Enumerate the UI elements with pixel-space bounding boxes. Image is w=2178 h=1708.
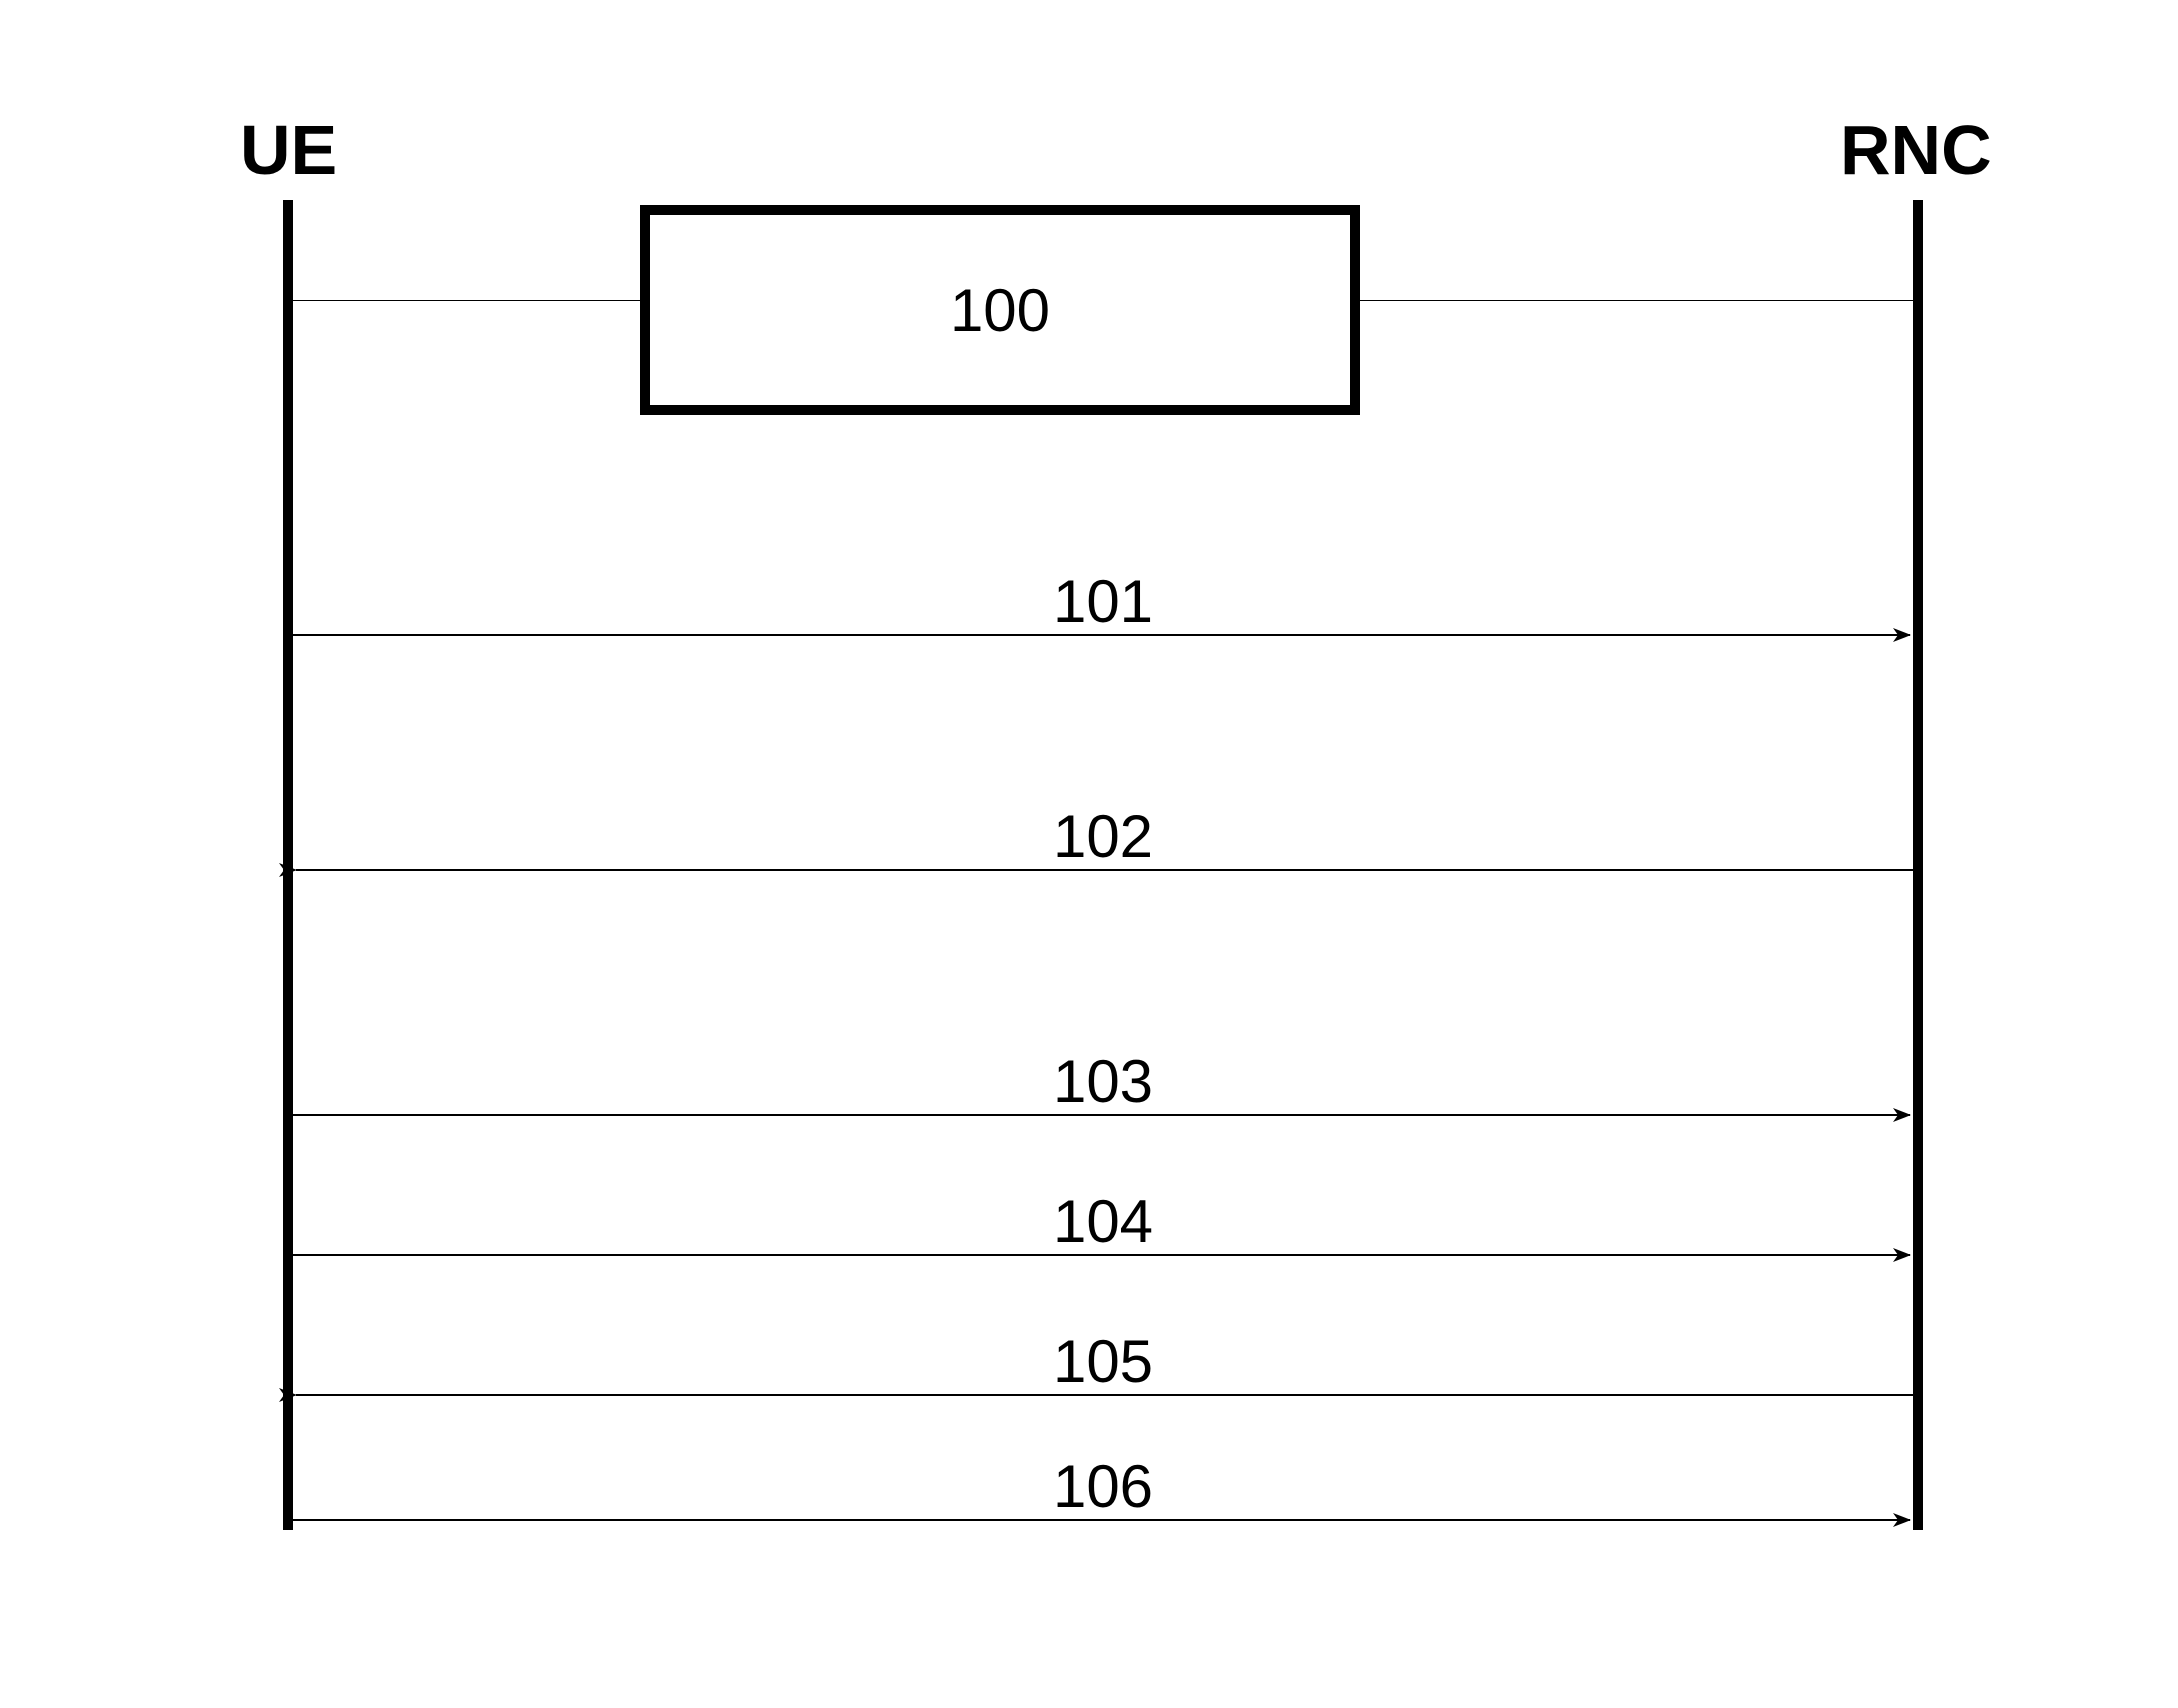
message-label: 104: [1053, 1187, 1153, 1256]
lifeline-left: [283, 200, 293, 1530]
participant-label-left: UE: [240, 110, 337, 190]
message-label: 105: [1053, 1327, 1153, 1396]
message-label: 102: [1053, 802, 1153, 871]
state-connector-right: [1360, 300, 1913, 301]
state-connector-left: [293, 300, 640, 301]
participant-label-right: RNC: [1840, 110, 1992, 190]
state-box-label: 100: [950, 276, 1050, 345]
message-label: 103: [1053, 1047, 1153, 1116]
lifeline-right: [1913, 200, 1923, 1530]
message-label: 106: [1053, 1452, 1153, 1521]
message-label: 101: [1053, 567, 1153, 636]
sequence-diagram: UE RNC 100 101 102 103 104: [0, 0, 2178, 1708]
state-box: 100: [640, 205, 1360, 415]
